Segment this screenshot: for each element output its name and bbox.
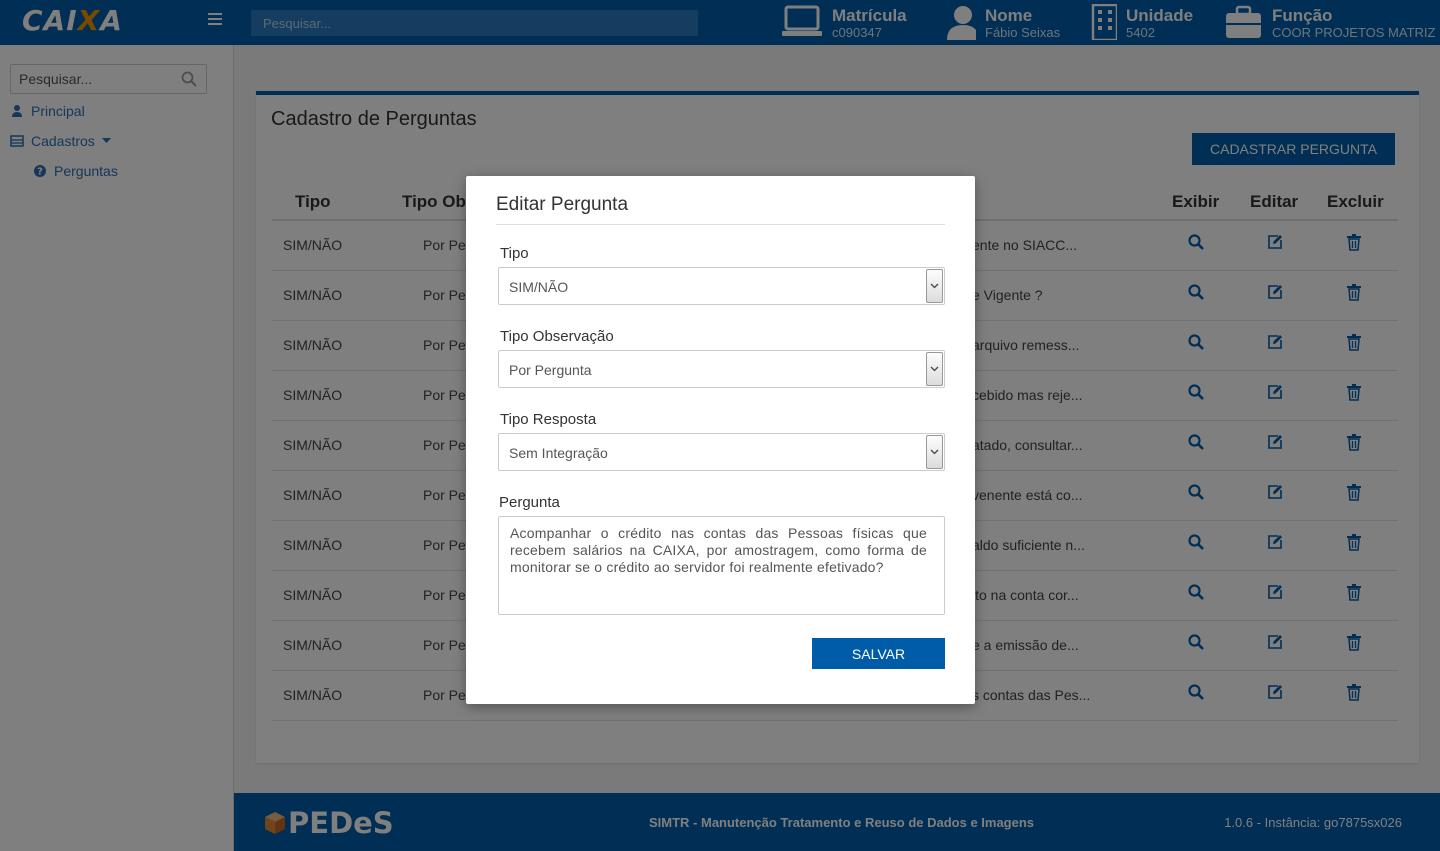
pergunta-textarea[interactable]: Acompanhar o crédito nas contas das Pess…: [498, 516, 945, 615]
tipo-resposta-select-toggle[interactable]: [926, 435, 943, 469]
tipo-resposta-select[interactable]: Sem Integração: [498, 433, 945, 471]
tipo-select-value: SIM/NÃO: [509, 279, 569, 295]
tipo-resposta-label: Tipo Resposta: [500, 411, 597, 428]
chevron-down-icon: [930, 449, 939, 455]
salvar-button[interactable]: SALVAR: [812, 638, 945, 669]
modal-divider: [496, 224, 945, 225]
tipo-observacao-label: Tipo Observação: [500, 328, 614, 345]
edit-question-modal: Editar Pergunta Tipo SIM/NÃO Tipo Observ…: [466, 176, 975, 704]
tipo-observacao-select-value: Por Pergunta: [509, 362, 592, 378]
tipo-observacao-select[interactable]: Por Pergunta: [498, 350, 945, 388]
tipo-select-toggle[interactable]: [926, 269, 943, 303]
tipo-resposta-select-value: Sem Integração: [509, 445, 608, 461]
modal-title: Editar Pergunta: [496, 194, 629, 215]
chevron-down-icon: [930, 366, 939, 372]
pergunta-label: Pergunta: [499, 494, 560, 511]
chevron-down-icon: [930, 283, 939, 289]
tipo-label: Tipo: [500, 245, 529, 262]
tipo-observacao-select-toggle[interactable]: [926, 352, 943, 386]
tipo-select[interactable]: SIM/NÃO: [498, 267, 945, 305]
